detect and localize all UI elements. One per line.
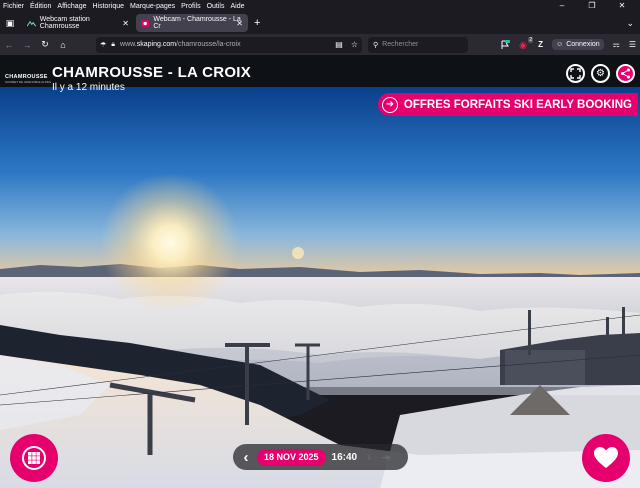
menu-grid-button[interactable] <box>10 434 58 482</box>
forward-icon[interactable]: → <box>18 40 36 50</box>
flag-extension-icon[interactable] <box>500 39 511 50</box>
url-bar[interactable]: ☂ 🔒︎ www. skaping.com /chamrousse/la-cro… <box>96 36 362 53</box>
url-host: skaping.com <box>136 41 177 48</box>
tab-label: Webcam station Chamrousse <box>39 16 90 30</box>
home-icon[interactable]: ⌂ <box>54 40 72 50</box>
extension-badge: 2 <box>528 36 534 43</box>
gear-icon: ⚙ <box>596 68 605 79</box>
promo-banner-button[interactable]: ➜ OFFRES FORFAITS SKI EARLY BOOKING <box>377 93 638 116</box>
hamburger-menu-icon[interactable]: ☰ <box>629 40 636 49</box>
search-placeholder: Rechercher <box>382 41 419 48</box>
ublock-extension-icon[interactable]: ◉ 2 <box>519 36 534 50</box>
navigation-bar: ← → ↻ ⌂ ☂ 🔒︎ www. skaping.com /chamrouss… <box>0 34 640 55</box>
share-icon <box>621 68 630 79</box>
time-label[interactable]: 16:40 <box>332 452 358 463</box>
arrow-right-icon: ➜ <box>381 96 398 113</box>
menu-aide[interactable]: Aide <box>231 3 245 10</box>
next-image-button[interactable]: › <box>367 450 371 464</box>
chamrousse-logo[interactable]: CHAMROUSSE SOMMET DE GRENOBLE ALPES <box>5 74 51 84</box>
close-tab-icon[interactable]: ✕ <box>236 19 243 28</box>
time-navigation-bar: ‹ 18 NOV 2025 16:40 › ⇥ <box>233 444 408 470</box>
connexion-button[interactable]: ☺ Connexion <box>552 39 604 50</box>
close-window-icon[interactable]: ✕ <box>610 0 634 12</box>
fullscreen-icon <box>570 68 581 79</box>
webcam-panorama-image <box>0 87 640 488</box>
zotero-extension-icon[interactable]: Z <box>538 40 543 49</box>
account-icon: ☺ <box>556 41 564 48</box>
url-path: /chamrousse/la-croix <box>176 41 241 48</box>
grid-icon <box>22 446 46 470</box>
search-icon: ⚲ <box>373 41 379 49</box>
menu-marque-pages[interactable]: Marque-pages <box>130 3 175 10</box>
minimize-icon[interactable]: – <box>550 0 574 12</box>
shield-icon[interactable]: ☂ <box>100 41 106 49</box>
url-prefix: www. <box>120 41 137 48</box>
logo-subtitle: SOMMET DE GRENOBLE ALPES <box>5 80 51 84</box>
favorite-button[interactable] <box>582 434 630 482</box>
mountain-favicon-icon <box>27 20 36 26</box>
menu-affichage[interactable]: Affichage <box>57 3 86 10</box>
bookmark-star-icon[interactable]: ☆ <box>351 40 358 49</box>
menu-edition[interactable]: Édition <box>30 3 51 10</box>
share-button[interactable] <box>616 64 635 83</box>
toolbar-right: ◉ 2 Z ☺ Connexion ⚎ ☰ <box>500 34 636 55</box>
last-update-text: Il y a 12 minutes <box>52 82 125 93</box>
lock-icon[interactable]: 🔒︎ <box>111 41 115 49</box>
reload-icon[interactable]: ↻ <box>36 39 54 50</box>
tab-webcam-la-croix[interactable]: Webcam - Chamrousse - La Cr ✕ <box>136 14 248 32</box>
menu-bar: Fichier Édition Affichage Historique Mar… <box>0 0 640 12</box>
settings-button[interactable]: ⚙ <box>591 64 610 83</box>
tab-bar: ▣ Webcam station Chamrousse ✕ Webcam - C… <box>0 12 640 34</box>
menu-fichier[interactable]: Fichier <box>3 3 24 10</box>
menu-outils[interactable]: Outils <box>207 3 225 10</box>
extensions-icon[interactable]: ⚎ <box>613 40 620 49</box>
date-selector-button[interactable]: 18 NOV 2025 <box>257 448 326 466</box>
date-label: 18 NOV 2025 <box>264 452 319 462</box>
fullscreen-button[interactable] <box>566 64 585 83</box>
skaping-favicon-icon <box>141 19 150 27</box>
search-input[interactable]: ⚲ Rechercher <box>368 36 468 53</box>
menu-profils[interactable]: Profils <box>181 3 200 10</box>
back-icon[interactable]: ← <box>0 40 18 50</box>
tab-list-icon[interactable]: ▣ <box>0 18 20 29</box>
tab-webcam-station[interactable]: Webcam station Chamrousse ✕ <box>22 14 134 32</box>
connexion-label: Connexion <box>566 41 600 48</box>
new-tab-icon[interactable]: + <box>254 17 260 29</box>
tab-label: Webcam - Chamrousse - La Cr <box>153 16 241 30</box>
promo-label: OFFRES FORFAITS SKI EARLY BOOKING <box>403 98 632 111</box>
menu-historique[interactable]: Historique <box>92 3 124 10</box>
restore-icon[interactable]: ❐ <box>580 0 604 12</box>
heart-icon <box>594 447 618 468</box>
page-title: CHAMROUSSE - LA CROIX <box>52 64 252 81</box>
window-controls: – ❐ ✕ <box>550 0 640 12</box>
close-tab-icon[interactable]: ✕ <box>122 19 129 28</box>
latest-image-button[interactable]: ⇥ <box>381 451 390 464</box>
reader-view-icon[interactable]: ▤ <box>335 40 343 49</box>
chevron-down-icon[interactable]: ⌄ <box>626 18 634 29</box>
webcam-page: CHAMROUSSE SOMMET DE GRENOBLE ALPES CHAM… <box>0 55 640 488</box>
previous-image-button[interactable]: ‹ <box>235 449 257 466</box>
